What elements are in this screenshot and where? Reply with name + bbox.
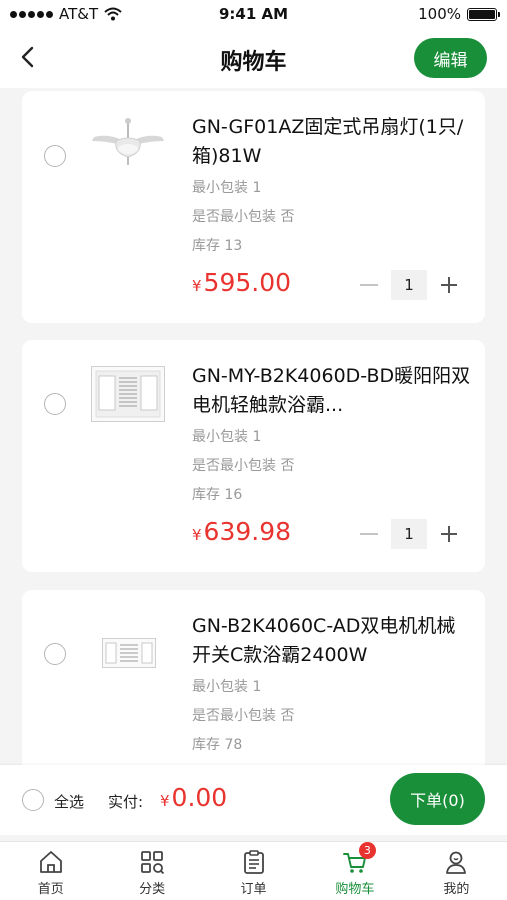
item-stock: 库存 16	[192, 487, 243, 503]
battery-group: 100%	[418, 5, 500, 23]
tab-orders[interactable]: 订单	[203, 842, 304, 900]
pay-label: 实付:	[108, 793, 144, 811]
total-amount: ¥0.00	[160, 783, 227, 812]
total-value: 0.00	[171, 783, 228, 812]
quantity-value[interactable]: 1	[390, 519, 428, 549]
tab-label: 购物车	[335, 882, 375, 897]
select-all-radio[interactable]	[22, 789, 44, 811]
item-is-min-pack: 是否最小包装 否	[192, 708, 295, 724]
tab-label: 我的	[443, 882, 470, 897]
tab-label: 订单	[240, 882, 267, 897]
item-select-radio[interactable]	[44, 145, 66, 167]
ceiling-fan-light-thumbnail[interactable]	[88, 105, 168, 185]
profile-icon	[446, 851, 467, 874]
nav-bar: 购物车 编辑	[0, 28, 507, 88]
clock: 9:41 AM	[218, 5, 289, 23]
decrement-button[interactable]	[360, 270, 379, 300]
place-order-button[interactable]: 下单(0)	[390, 773, 485, 825]
decrement-button[interactable]	[360, 519, 379, 549]
signal-icon	[10, 10, 53, 18]
currency-symbol: ¥	[192, 526, 202, 544]
item-min-pack: 最小包装 1	[192, 679, 262, 695]
quantity-value[interactable]: 1	[390, 270, 428, 300]
cart-item: GN-MY-B2K4060D-BD暖阳阳双电机轻触款浴霸... 最小包装 1 是…	[22, 340, 485, 572]
item-stock: 库存 78	[192, 737, 243, 753]
tab-label: 分类	[139, 882, 166, 897]
battery-icon	[467, 7, 500, 21]
increment-button[interactable]	[439, 519, 458, 549]
orders-icon	[243, 850, 264, 874]
item-title[interactable]: GN-MY-B2K4060D-BD暖阳阳双电机轻触款浴霸...	[192, 362, 472, 420]
item-min-pack: 最小包装 1	[192, 429, 262, 445]
currency-symbol: ¥	[192, 277, 202, 295]
quantity-stepper: 1	[360, 270, 458, 300]
tab-home[interactable]: 首页	[0, 842, 101, 900]
tab-mine[interactable]: 我的	[406, 842, 507, 900]
edit-button[interactable]: 编辑	[414, 38, 487, 78]
currency-symbol: ¥	[160, 792, 170, 810]
item-price: ¥595.00	[192, 268, 291, 297]
quantity-stepper: 1	[360, 519, 458, 549]
home-icon	[39, 851, 62, 873]
battery-percent: 100%	[418, 5, 461, 23]
item-select-radio[interactable]	[44, 643, 66, 665]
item-select-radio[interactable]	[44, 393, 66, 415]
price-value: 595.00	[203, 268, 292, 297]
cart-badge: 3	[358, 842, 376, 859]
item-is-min-pack: 是否最小包装 否	[192, 458, 295, 474]
item-price: ¥639.98	[192, 517, 291, 546]
tab-bar: 首页 分类 订单 3 购物车 我的	[0, 841, 507, 900]
item-min-pack: 最小包装 1	[192, 180, 262, 196]
cart-item: GN-B2K4060C-AD双电机机械开关C款浴霸2400W 最小包装 1 是否…	[22, 590, 485, 780]
carrier-label: AT&T	[59, 5, 99, 23]
item-is-min-pack: 是否最小包装 否	[192, 209, 295, 225]
bath-heater-thumbnail[interactable]	[91, 366, 165, 422]
item-title[interactable]: GN-GF01AZ固定式吊扇灯(1只/箱)81W	[192, 113, 472, 171]
item-stock: 库存 13	[192, 238, 243, 254]
tab-label: 首页	[37, 882, 64, 897]
price-value: 639.98	[203, 517, 292, 546]
tab-category[interactable]: 分类	[101, 842, 202, 900]
wifi-icon	[104, 7, 122, 21]
tab-cart[interactable]: 3 购物车	[304, 842, 405, 900]
checkout-bar: 全选 实付: ¥0.00 下单(0)	[0, 765, 507, 835]
select-all-label[interactable]: 全选	[54, 791, 84, 812]
status-bar: AT&T 9:41 AM 100%	[0, 0, 507, 28]
bath-heater-thumbnail[interactable]	[102, 638, 156, 668]
item-title[interactable]: GN-B2K4060C-AD双电机机械开关C款浴霸2400W	[192, 612, 472, 670]
carrier-group: AT&T	[10, 5, 122, 23]
cart-item: GN-GF01AZ固定式吊扇灯(1只/箱)81W 最小包装 1 是否最小包装 否…	[22, 91, 485, 323]
category-icon	[141, 851, 165, 875]
increment-button[interactable]	[439, 270, 458, 300]
